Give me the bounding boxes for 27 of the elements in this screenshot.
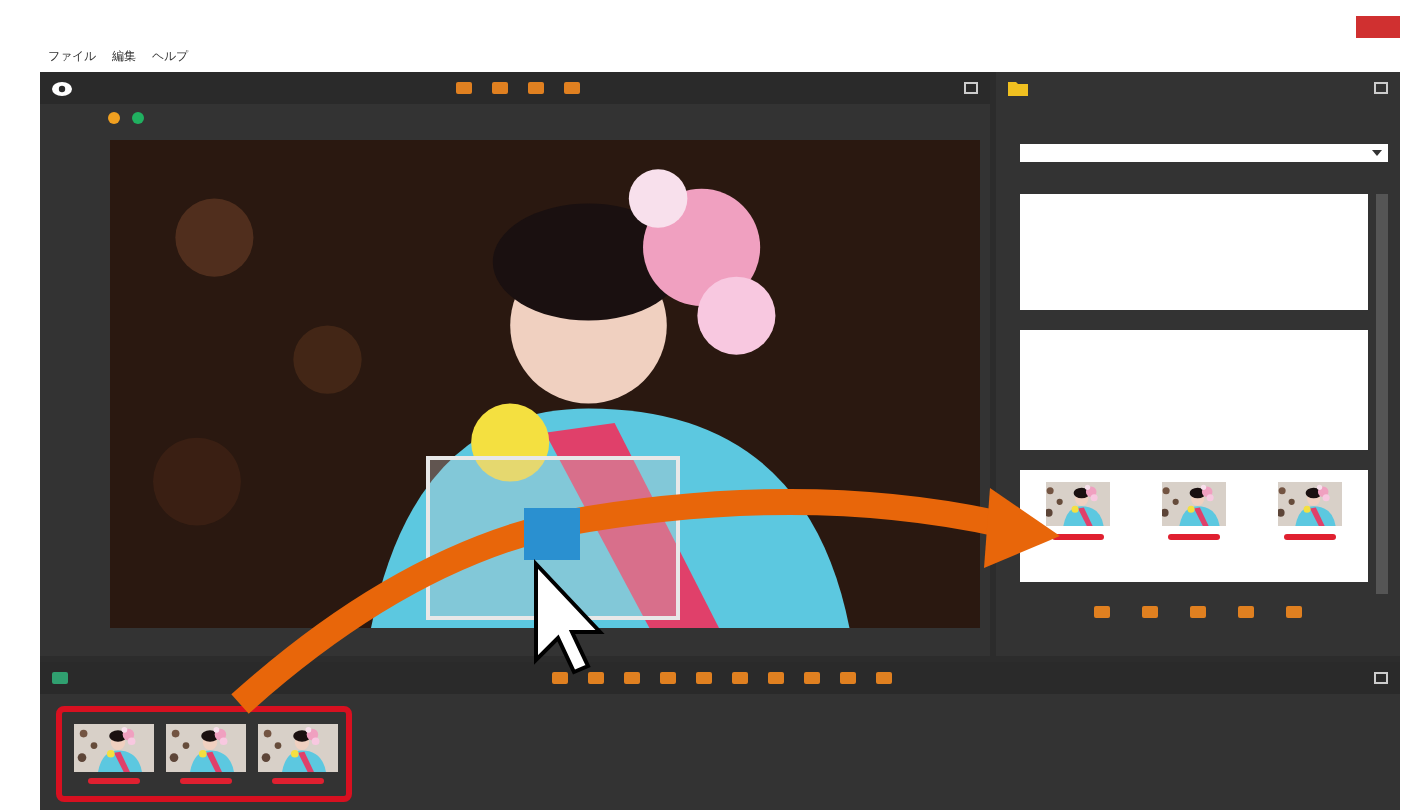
eye-icon	[52, 81, 72, 95]
toolbar-icon[interactable]	[551, 672, 567, 684]
drag-thumbnail	[524, 508, 580, 560]
toolbar-icon[interactable]	[623, 672, 639, 684]
toolbar-icon[interactable]	[767, 672, 783, 684]
toolbar-icon[interactable]	[803, 672, 819, 684]
caret-icon	[1372, 150, 1382, 156]
toolbar-icon[interactable]	[659, 672, 675, 684]
maximize-icon[interactable]	[1374, 82, 1388, 94]
label-bar	[1168, 534, 1220, 540]
label-bar	[1052, 534, 1104, 540]
toolbar-icon[interactable]	[587, 672, 603, 684]
color-dot[interactable]	[132, 112, 144, 124]
filmstrip-icon	[52, 672, 68, 684]
toolbar-icon[interactable]	[695, 672, 711, 684]
label-bar	[88, 778, 140, 784]
label-bar	[180, 778, 232, 784]
label-bar	[272, 778, 324, 784]
folder-icon	[1008, 80, 1028, 96]
maximize-icon[interactable]	[1374, 672, 1388, 684]
maximize-icon[interactable]	[964, 82, 978, 94]
toolbar-icon[interactable]	[875, 672, 891, 684]
cursor-icon	[534, 558, 605, 675]
label-bar	[1284, 534, 1336, 540]
color-dot[interactable]	[108, 112, 120, 124]
toolbar-icon[interactable]	[731, 672, 747, 684]
toolbar-icon[interactable]	[839, 672, 855, 684]
